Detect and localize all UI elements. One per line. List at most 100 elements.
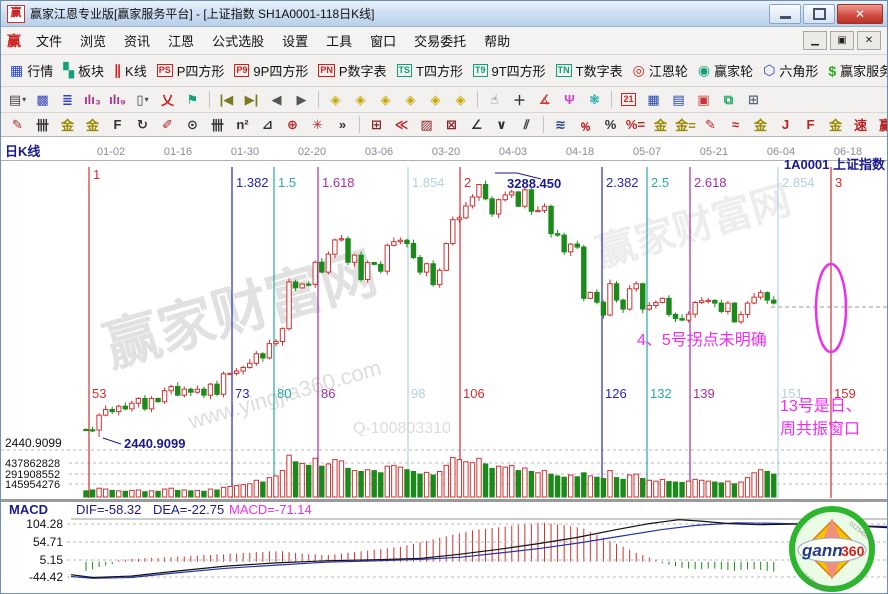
comb-tool-button[interactable]: 卌 — [30, 115, 55, 134]
menu-item-2[interactable]: 资讯 — [115, 31, 159, 52]
next-bar-button[interactable]: ▶ — [289, 90, 314, 109]
expand-left-button[interactable]: ◈ — [323, 90, 348, 109]
report-button[interactable]: ▤ — [666, 90, 691, 109]
percent-retrace-tool-button[interactable]: ﹪ — [573, 115, 598, 134]
t-number-table-button[interactable]: TNT数字表 — [551, 59, 628, 82]
kline-button[interactable]: ∥K线 — [109, 59, 152, 82]
gold-pen-tool-button[interactable]: 金 — [823, 115, 848, 134]
n2-tool-button[interactable]: n² — [230, 115, 255, 134]
box-fan-tool-button[interactable]: ▨ — [414, 115, 439, 134]
color-flag-chart-button[interactable]: ⚑ — [180, 90, 205, 109]
star-tool-button[interactable]: ✳ — [305, 115, 330, 134]
save-button[interactable]: ▣ — [691, 90, 716, 109]
angle-tool-button[interactable]: ∡ — [532, 90, 557, 109]
close-button[interactable]: ✕ — [837, 4, 883, 24]
kline-chart[interactable]: 赢家财富网www.yingjia360.com赢家财富网Q-1008033100… — [1, 137, 888, 594]
f-line-tool-button[interactable]: F — [798, 115, 823, 134]
expand-right-button[interactable]: ◈ — [348, 90, 373, 109]
winner-service-button[interactable]: $赢家服务 — [823, 59, 887, 82]
hand-tool-button[interactable]: ☝ — [482, 90, 507, 109]
grid-tool-button[interactable]: ⊞ — [364, 115, 389, 134]
last-bar-button[interactable]: ▶| — [239, 90, 264, 109]
calculator-button[interactable]: ▦ — [641, 90, 666, 109]
9p-square-button[interactable]: P99P四方形 — [229, 59, 313, 82]
gold-comb-2-button[interactable]: 金 — [80, 115, 105, 134]
expand-all-button[interactable]: ◈ — [448, 90, 473, 109]
menu-item-6[interactable]: 工具 — [317, 31, 361, 52]
wedge-tool-button[interactable]: ∨ — [489, 115, 514, 134]
three-bar-chart-button[interactable]: ılı₃ — [80, 90, 105, 109]
winner-wheel-button[interactable]: ◉赢家轮 — [693, 59, 758, 82]
mdi-minimize-button[interactable]: ▁ — [803, 31, 827, 50]
crosshair-tool-button[interactable]: ＋ — [507, 90, 532, 109]
expand-horizontal-button[interactable]: ◈ — [373, 90, 398, 109]
link-cubes-button[interactable]: ⧉ — [716, 90, 741, 109]
win-line-tool-button[interactable]: 赢 — [873, 115, 887, 134]
red-pen-tool-button[interactable]: ✎ — [698, 115, 723, 134]
t-square-button[interactable]: TST四方形 — [392, 59, 468, 82]
link-cubes-icon: ⧉ — [724, 92, 733, 108]
9t-square-button[interactable]: T99T四方形 — [468, 59, 551, 82]
compass-tool-button[interactable]: ⊕ — [280, 115, 305, 134]
crosshair-tool-icon: ＋ — [513, 90, 526, 109]
percent-tool-button[interactable]: % — [598, 115, 623, 134]
gold-comb-1-button[interactable]: 金 — [55, 115, 80, 134]
menu-item-9[interactable]: 帮助 — [475, 31, 519, 52]
nine-bar-chart-button[interactable]: ılı₉ — [105, 90, 130, 109]
maximize-button[interactable] — [803, 4, 835, 24]
f-comb-tool-button[interactable]: F — [105, 115, 130, 134]
angle-flag-tool-button[interactable]: ⊿ — [255, 115, 280, 134]
menu-item-1[interactable]: 浏览 — [71, 31, 115, 52]
menu-item-0[interactable]: 文件 — [27, 31, 71, 52]
percent-line-tool-button[interactable]: %= — [623, 115, 648, 134]
svg-text:03-20: 03-20 — [432, 146, 460, 158]
svg-text:3: 3 — [835, 175, 842, 190]
menu-item-8[interactable]: 交易委托 — [405, 31, 475, 52]
candle-type-dropdown-button[interactable]: ▯▾ — [130, 90, 155, 109]
gann-wheel-button[interactable]: ◎江恩轮 — [628, 59, 693, 82]
mdi-restore-button[interactable]: ▣ — [830, 31, 854, 50]
first-bar-button[interactable]: |◀ — [214, 90, 239, 109]
menu-item-4[interactable]: 公式选股 — [203, 31, 273, 52]
hexagon-button[interactable]: ⬡六角形 — [758, 59, 823, 82]
market-quotes-button[interactable]: ▦行情 — [5, 59, 58, 82]
menu-item-7[interactable]: 窗口 — [361, 31, 405, 52]
brush-tool-button[interactable]: ✎ — [5, 115, 30, 134]
angle-lines-tool-button[interactable]: ∠ — [464, 115, 489, 134]
more-tools-button[interactable]: » — [330, 115, 355, 134]
cycle-clock-tool-button[interactable]: ⊙ — [180, 115, 205, 134]
kline-style-dropdown-button[interactable]: ▤▾ — [5, 90, 30, 109]
slant-lines-tool-button[interactable]: ⫽ — [514, 115, 539, 134]
shade-fan-tool-button[interactable]: ⊠ — [439, 115, 464, 134]
comb-tool-2-button[interactable]: 卌 — [205, 115, 230, 134]
compress-all-button[interactable]: ◈ — [423, 90, 448, 109]
fork-tool-button[interactable]: Ψ — [557, 90, 582, 109]
gold-circle-tool-button[interactable]: 金 — [648, 115, 673, 134]
notes-panel-button[interactable]: ≣ — [55, 90, 80, 109]
svg-text:53: 53 — [92, 386, 106, 401]
minimize-button[interactable] — [769, 4, 801, 24]
network-overlay-button[interactable]: ▩ — [30, 90, 55, 109]
pen-tool-button[interactable]: ✐ — [155, 115, 180, 134]
sectors-button[interactable]: ▚板块 — [58, 59, 109, 82]
fork-tool-icon: Ψ — [564, 92, 575, 107]
menu-item-5[interactable]: 设置 — [273, 31, 317, 52]
mdi-close-button[interactable]: ✕ — [857, 31, 881, 50]
wave-line-tool-button[interactable]: ≈ — [723, 115, 748, 134]
p-number-table-button[interactable]: PNP数字表 — [313, 59, 391, 82]
gold-line2-tool-button[interactable]: 金 — [748, 115, 773, 134]
spiral-tool-button[interactable]: ↻ — [130, 115, 155, 134]
menu-item-3[interactable]: 江恩 — [159, 31, 203, 52]
j-line-tool-button[interactable]: J — [773, 115, 798, 134]
calendar-button[interactable]: 21 — [616, 90, 641, 109]
p-square-button[interactable]: PSP四方形 — [152, 59, 230, 82]
gold-line-tool-button[interactable]: 金= — [673, 115, 698, 134]
prev-bar-button[interactable]: ◀ — [264, 90, 289, 109]
fan-tool-button[interactable]: ≪ — [389, 115, 414, 134]
data-download-button[interactable]: ⊞ — [741, 90, 766, 109]
volume-profile-tool-button[interactable]: ≋ — [548, 115, 573, 134]
compress-horizontal-button[interactable]: ◈ — [398, 90, 423, 109]
gann-figure-button[interactable]: 乂 — [155, 90, 180, 109]
speed-line-tool-button[interactable]: 速 — [848, 115, 873, 134]
flower-tool-button[interactable]: ❃ — [582, 90, 607, 109]
